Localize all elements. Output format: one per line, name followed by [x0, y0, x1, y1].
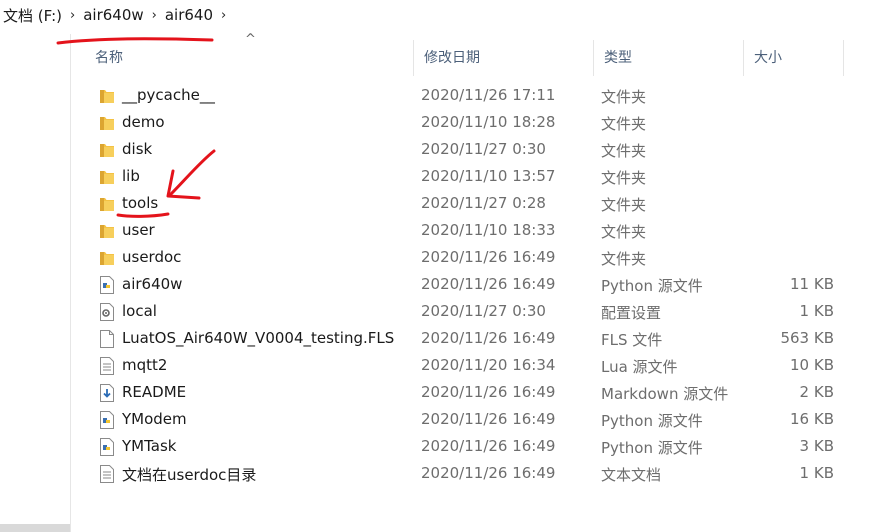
- python-file-icon: [99, 438, 115, 456]
- file-name[interactable]: README: [122, 383, 186, 401]
- file-row-air640w[interactable]: air640w 2020/11/26 16:49 Python 源文件 11 KB: [85, 271, 895, 298]
- breadcrumb-separator-icon[interactable]: ›: [217, 8, 230, 23]
- file-size: 16 KB: [790, 410, 834, 428]
- file-size: 1 KB: [799, 464, 834, 482]
- folder-icon: [99, 87, 115, 105]
- file-modified-date: 2020/11/10 18:28: [421, 113, 556, 131]
- file-type: 文件夹: [601, 88, 647, 106]
- text-file-icon: [99, 465, 115, 483]
- file-modified-date: 2020/11/26 16:49: [421, 464, 556, 482]
- folder-icon: [99, 141, 115, 159]
- breadcrumb-item-drive[interactable]: 文档 (F:): [0, 5, 66, 26]
- file-size: 3 KB: [799, 437, 834, 455]
- file-name[interactable]: demo: [122, 113, 165, 131]
- file-name[interactable]: YModem: [122, 410, 187, 428]
- file-size: 1 KB: [799, 302, 834, 320]
- breadcrumb-separator-icon[interactable]: ›: [66, 8, 79, 23]
- file-name[interactable]: tools: [122, 194, 158, 212]
- file-name[interactable]: 文档在userdoc目录: [122, 464, 256, 485]
- file-type: FLS 文件: [601, 331, 663, 349]
- file-modified-date: 2020/11/26 16:49: [421, 437, 556, 455]
- file-type: Markdown 源文件: [601, 385, 729, 403]
- file-modified-date: 2020/11/10 13:57: [421, 167, 556, 185]
- file-row-local[interactable]: local 2020/11/27 0:30 配置设置 1 KB: [85, 298, 895, 325]
- file-row-userdoc[interactable]: 文档在userdoc目录 2020/11/26 16:49 文本文档 1 KB: [85, 460, 895, 487]
- file-name[interactable]: LuatOS_Air640W_V0004_testing.FLS: [122, 329, 394, 347]
- file-type: 文本文档: [601, 466, 662, 484]
- file-row-tools[interactable]: tools 2020/11/27 0:28 文件夹: [85, 190, 895, 217]
- file-row-luatos-air640w-v0004-testing-fls[interactable]: LuatOS_Air640W_V0004_testing.FLS 2020/11/…: [85, 325, 895, 352]
- file-modified-date: 2020/11/27 0:28: [421, 194, 546, 212]
- folder-icon: [99, 195, 115, 213]
- file-modified-date: 2020/11/27 0:30: [421, 140, 546, 158]
- file-name[interactable]: __pycache__: [122, 86, 215, 104]
- file-row-disk[interactable]: disk 2020/11/27 0:30 文件夹: [85, 136, 895, 163]
- column-header-name[interactable]: 名称: [85, 40, 414, 76]
- file-modified-date: 2020/11/26 16:49: [421, 248, 556, 266]
- column-header-row: ^ 名称 修改日期 类型 大小: [85, 32, 895, 76]
- file-row-demo[interactable]: demo 2020/11/10 18:28 文件夹: [85, 109, 895, 136]
- file-row-lib[interactable]: lib 2020/11/10 13:57 文件夹: [85, 163, 895, 190]
- file-list: __pycache__ 2020/11/26 17:11 文件夹 demo 2020/1…: [85, 82, 895, 487]
- text-file-icon: [99, 357, 115, 375]
- folder-icon: [99, 168, 115, 186]
- file-modified-date: 2020/11/26 16:49: [421, 275, 556, 293]
- file-row-readme[interactable]: README 2020/11/26 16:49 Markdown 源文件 2 KB: [85, 379, 895, 406]
- file-row-mqtt2[interactable]: mqtt2 2020/11/20 16:34 Lua 源文件 10 KB: [85, 352, 895, 379]
- column-header-type[interactable]: 类型: [594, 40, 744, 76]
- column-header-size[interactable]: 大小: [744, 40, 844, 76]
- breadcrumb-separator-icon[interactable]: ›: [148, 8, 161, 23]
- folder-icon: [99, 114, 115, 132]
- file-name[interactable]: disk: [122, 140, 152, 158]
- file-row-pycache[interactable]: __pycache__ 2020/11/26 17:11 文件夹: [85, 82, 895, 109]
- config-file-icon: [99, 303, 115, 321]
- file-modified-date: 2020/11/26 16:49: [421, 329, 556, 347]
- file-type: 文件夹: [601, 223, 647, 241]
- file-modified-date: 2020/11/27 0:30: [421, 302, 546, 320]
- file-modified-date: 2020/11/26 17:11: [421, 86, 556, 104]
- file-row-userdoc[interactable]: userdoc 2020/11/26 16:49 文件夹: [85, 244, 895, 271]
- file-modified-date: 2020/11/20 16:34: [421, 356, 556, 374]
- file-modified-date: 2020/11/26 16:49: [421, 410, 556, 428]
- file-name[interactable]: user: [122, 221, 155, 239]
- file-type: Lua 源文件: [601, 358, 678, 376]
- file-type: 文件夹: [601, 142, 647, 160]
- file-modified-date: 2020/11/26 16:49: [421, 383, 556, 401]
- navigation-pane-scrollbar[interactable]: [0, 524, 70, 532]
- file-type: 配置设置: [601, 304, 662, 322]
- navigation-pane: [0, 34, 71, 532]
- file-name[interactable]: air640w: [122, 275, 182, 293]
- file-type: 文件夹: [601, 250, 647, 268]
- file-size: 10 KB: [790, 356, 834, 374]
- python-file-icon: [99, 411, 115, 429]
- file-type: 文件夹: [601, 196, 647, 214]
- file-row-ymodem[interactable]: YModem 2020/11/26 16:49 Python 源文件 16 KB: [85, 406, 895, 433]
- file-type: Python 源文件: [601, 277, 703, 295]
- file-name[interactable]: lib: [122, 167, 140, 185]
- breadcrumb-item-air640[interactable]: air640: [161, 6, 217, 24]
- column-header-date[interactable]: 修改日期: [414, 40, 594, 76]
- file-type: 文件夹: [601, 169, 647, 187]
- file-name[interactable]: YMTask: [122, 437, 176, 455]
- file-name[interactable]: mqtt2: [122, 356, 167, 374]
- blank-file-icon: [99, 330, 115, 348]
- breadcrumb-item-air640w[interactable]: air640w: [79, 6, 147, 24]
- folder-icon: [99, 249, 115, 267]
- file-name[interactable]: local: [122, 302, 157, 320]
- file-size: 2 KB: [799, 383, 834, 401]
- file-modified-date: 2020/11/10 18:33: [421, 221, 556, 239]
- file-row-ymtask[interactable]: YMTask 2020/11/26 16:49 Python 源文件 3 KB: [85, 433, 895, 460]
- folder-icon: [99, 222, 115, 240]
- python-file-icon: [99, 276, 115, 294]
- file-name[interactable]: userdoc: [122, 248, 181, 266]
- file-type: 文件夹: [601, 115, 647, 133]
- markdown-file-icon: [99, 384, 115, 402]
- file-row-user[interactable]: user 2020/11/10 18:33 文件夹: [85, 217, 895, 244]
- breadcrumb: 文档 (F:) › air640w › air640 ›: [0, 0, 895, 30]
- file-size: 563 KB: [780, 329, 834, 347]
- file-type: Python 源文件: [601, 412, 703, 430]
- file-type: Python 源文件: [601, 439, 703, 457]
- file-size: 11 KB: [790, 275, 834, 293]
